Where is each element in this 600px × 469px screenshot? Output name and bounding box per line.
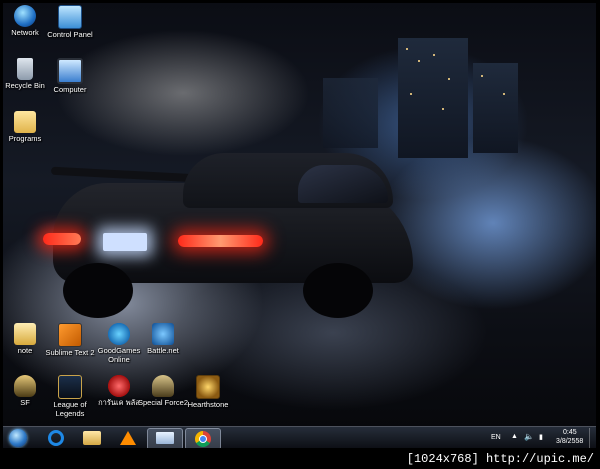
control-panel-icon [58, 5, 82, 29]
car-plate [103, 233, 147, 251]
watermark-text: [1024x768] http://upic.me/ [406, 452, 594, 466]
goodgames-icon [108, 323, 130, 345]
folder-icon [14, 323, 36, 345]
window-app-icon [156, 432, 174, 444]
language-indicator[interactable]: EN [491, 434, 501, 441]
watermark-bar: [1024x768] http://upic.me/ [0, 449, 600, 469]
taskbar-window-app[interactable] [147, 428, 183, 448]
taskbar-vlc[interactable] [115, 428, 141, 448]
taskbar-internet-explorer[interactable] [43, 428, 69, 448]
show-hidden-icons[interactable]: ▲ [511, 433, 518, 440]
desktop-icon-control-panel[interactable]: Control Panel [38, 5, 102, 40]
file-explorer-icon [83, 431, 101, 445]
desktop-icon-hearthstone[interactable]: Hearthstone [176, 375, 240, 410]
volume-icon[interactable]: 🔈 [524, 432, 534, 441]
clock-time[interactable]: 0:45 [563, 429, 577, 436]
network-tray-icon[interactable]: ▮ [539, 433, 543, 441]
taskbar-file-explorer[interactable] [79, 428, 105, 448]
show-desktop-button[interactable] [589, 428, 596, 448]
car-taillight [43, 233, 81, 245]
start-button[interactable] [7, 428, 29, 448]
internet-explorer-icon [48, 430, 64, 446]
game-app-icon [108, 375, 130, 397]
vlc-icon [120, 431, 136, 445]
network-icon [14, 5, 36, 27]
sublime-text-icon [58, 323, 82, 347]
start-orb-icon [9, 429, 27, 447]
clock-date[interactable]: 3/8/2558 [556, 438, 583, 445]
wallpaper-car [43, 153, 423, 323]
sf-game-icon [14, 375, 36, 397]
desktop-icon-programs[interactable]: Programs [3, 111, 57, 144]
recycle-bin-icon [17, 58, 33, 80]
car-wheel [303, 263, 373, 318]
car-wheel [63, 263, 133, 318]
hearthstone-icon [196, 375, 220, 399]
taskbar-chrome[interactable] [185, 428, 221, 448]
taskbar: EN ▲ 🔈 ▮ 0:45 3/8/2558 [3, 426, 596, 448]
city-building [473, 63, 518, 153]
computer-icon [57, 58, 83, 84]
city-building [398, 38, 468, 158]
desktop: Network Control Panel Recycle Bin Comput… [3, 3, 596, 448]
car-taillight [178, 235, 263, 247]
desktop-icon-battlenet[interactable]: Battle.net [131, 323, 195, 356]
folder-icon [14, 111, 36, 133]
league-of-legends-icon [58, 375, 82, 399]
city-building [323, 78, 378, 148]
desktop-icon-computer[interactable]: Computer [38, 58, 102, 95]
chrome-icon [195, 431, 211, 447]
special-force2-icon [152, 375, 174, 397]
battlenet-icon [152, 323, 174, 345]
